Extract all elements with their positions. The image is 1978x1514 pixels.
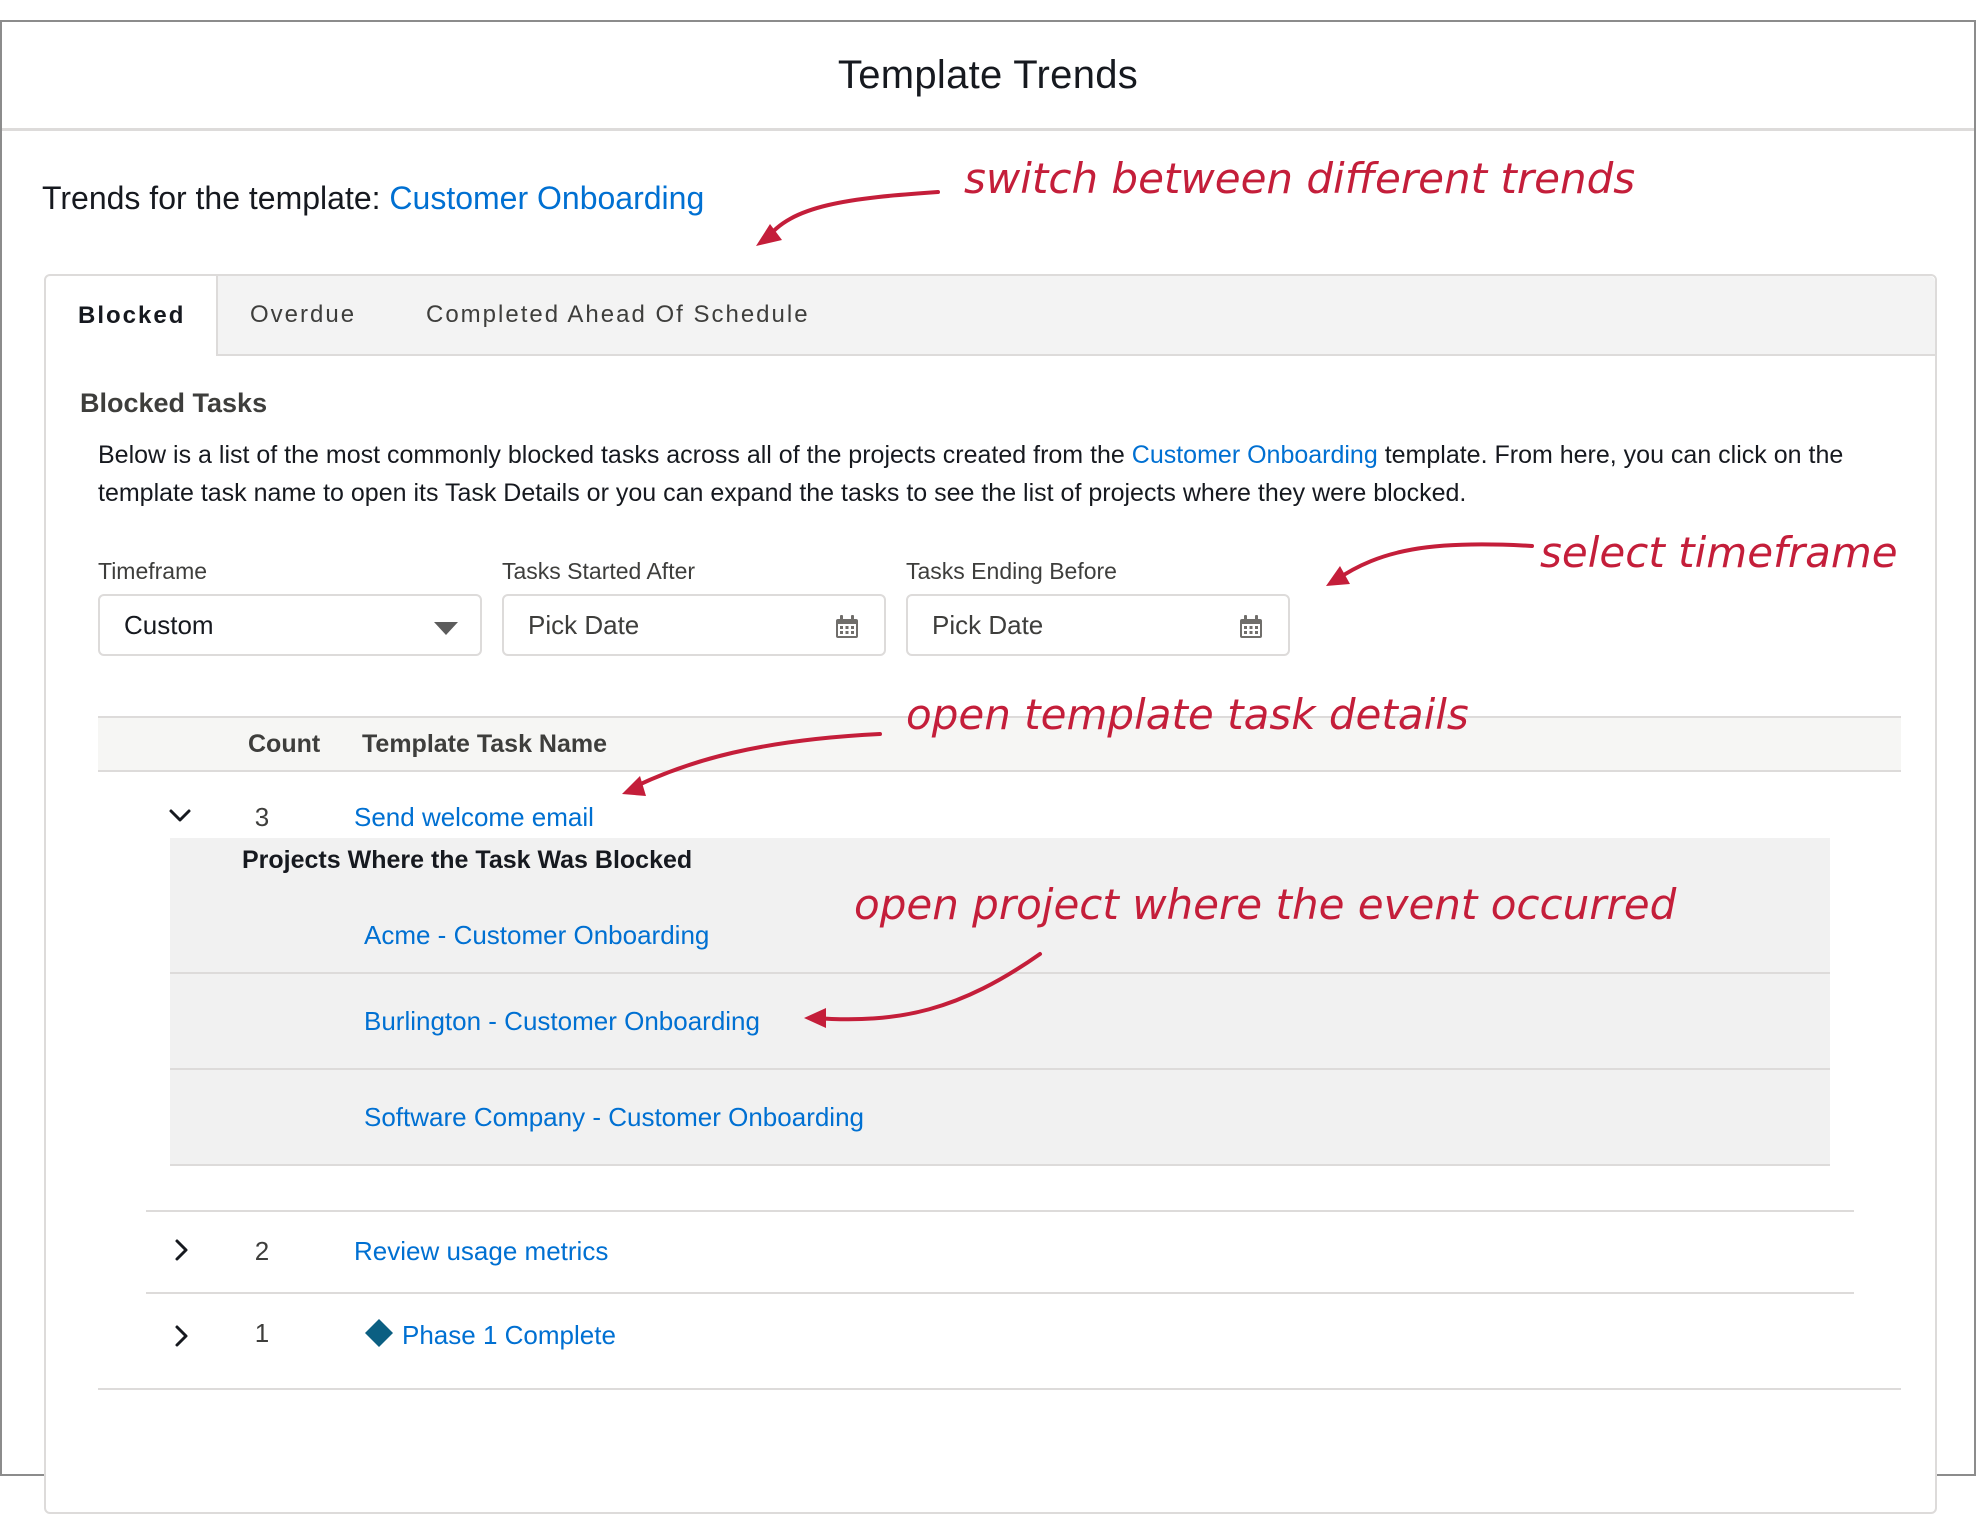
tab-completed-ahead-label: Completed Ahead Of Schedule <box>426 301 810 328</box>
subtable-title: Projects Where the Task Was Blocked <box>242 846 693 874</box>
ending-before-datepicker[interactable]: Pick Date <box>906 594 1290 656</box>
modal-frame: Template Trends Trends for the template:… <box>0 20 1976 1514</box>
task-link-review-usage-metrics[interactable]: Review usage metrics <box>354 1236 608 1267</box>
desc-template-link[interactable]: Customer Onboarding <box>1132 441 1378 469</box>
annotation-task-details: open template task details <box>906 690 1469 739</box>
calendar-icon[interactable] <box>1238 614 1264 640</box>
tab-completed-ahead[interactable]: Completed Ahead Of Schedule <box>426 276 810 354</box>
tab-bar: Blocked Overdue Completed Ahead Of Sched… <box>46 276 1935 356</box>
row-divider <box>146 1210 1854 1212</box>
section-title: Blocked Tasks <box>80 388 268 418</box>
task-link-phase-1-complete[interactable]: Phase 1 Complete <box>402 1320 616 1351</box>
list-item: Software Company - Customer Onboarding <box>170 1068 1830 1166</box>
template-heading: Trends for the template: Customer Onboar… <box>42 180 704 217</box>
chevron-down-icon[interactable] <box>168 804 192 828</box>
template-heading-prefix: Trends for the template: <box>42 180 381 216</box>
row-divider <box>98 1388 1901 1390</box>
milestone-diamond-icon <box>365 1319 393 1347</box>
list-item: Burlington - Customer Onboarding <box>170 972 1830 1070</box>
modal-title: Template Trends <box>837 52 1139 97</box>
ending-before-label: Tasks Ending Before <box>906 558 1117 584</box>
ending-before-placeholder: Pick Date <box>932 609 1044 640</box>
chevron-right-icon[interactable] <box>170 1324 194 1348</box>
chevron-right-icon[interactable] <box>170 1238 194 1262</box>
desc-before: Below is a list of the most commonly blo… <box>98 441 1125 469</box>
calendar-icon[interactable] <box>834 614 860 640</box>
timeframe-label: Timeframe <box>98 558 208 584</box>
timeframe-select[interactable]: Custom <box>98 594 482 656</box>
project-link-software-company[interactable]: Software Company - Customer Onboarding <box>364 1102 864 1133</box>
timeframe-value: Custom <box>124 609 214 640</box>
annotation-project: open project where the event occurred <box>854 880 1677 929</box>
chevron-down-icon <box>434 622 458 635</box>
tab-blocked[interactable]: Blocked <box>46 276 218 356</box>
row-divider <box>146 1292 1854 1294</box>
tab-blocked-label: Blocked <box>78 302 186 329</box>
project-link-burlington[interactable]: Burlington - Customer Onboarding <box>364 1006 760 1037</box>
task-link-send-welcome-email[interactable]: Send welcome email <box>354 802 594 833</box>
started-after-label: Tasks Started After <box>502 558 696 584</box>
col-name-header[interactable]: Template Task Name <box>362 730 607 759</box>
tab-overdue[interactable]: Overdue <box>250 276 356 354</box>
modal-header: Template Trends <box>2 22 1974 131</box>
started-after-placeholder: Pick Date <box>528 609 640 640</box>
row-count: 3 <box>254 802 270 832</box>
annotation-tabs: switch between different trends <box>964 154 1636 203</box>
row-count: 1 <box>254 1318 270 1348</box>
section-description: Below is a list of the most commonly blo… <box>98 436 1898 512</box>
tab-overdue-label: Overdue <box>250 301 357 328</box>
template-link[interactable]: Customer Onboarding <box>389 180 704 216</box>
row-count: 2 <box>254 1236 270 1266</box>
col-count-header[interactable]: Count <box>248 730 320 759</box>
project-link-acme[interactable]: Acme - Customer Onboarding <box>364 920 709 951</box>
annotation-timeframe: select timeframe <box>1540 528 1898 577</box>
started-after-datepicker[interactable]: Pick Date <box>502 594 886 656</box>
